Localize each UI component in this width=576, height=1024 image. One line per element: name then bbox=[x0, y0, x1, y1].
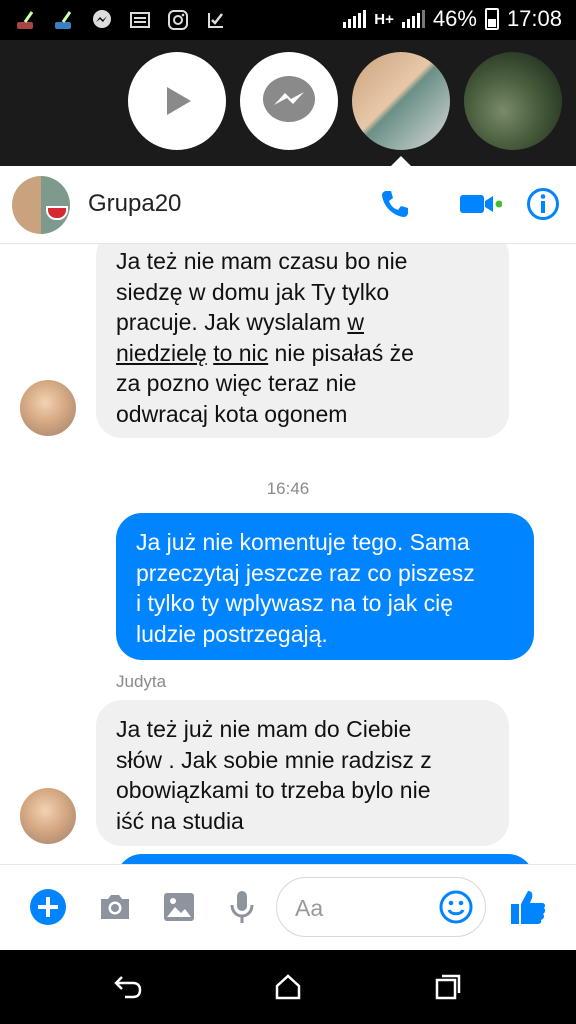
phone-icon[interactable] bbox=[377, 186, 413, 222]
message-line: ludzie postrzegają. bbox=[136, 620, 328, 647]
message-bubble-outgoing[interactable]: Ja już nie komentuje tego. Sama przeczyt… bbox=[116, 513, 534, 660]
messenger-icon bbox=[263, 76, 315, 122]
message-line: przeczytaj jeszcze raz co piszesz bbox=[136, 559, 475, 586]
image-icon[interactable] bbox=[159, 887, 199, 927]
battery-percent: 46% bbox=[432, 6, 477, 31]
message-text: nie pisałaś że bbox=[268, 339, 414, 366]
info-icon[interactable] bbox=[525, 186, 561, 222]
group-head[interactable] bbox=[352, 52, 450, 150]
contact-head[interactable] bbox=[464, 52, 562, 150]
home-icon[interactable] bbox=[273, 972, 303, 1002]
messenger-icon bbox=[90, 8, 114, 32]
status-bar: H+ 46% 17:08 bbox=[0, 0, 576, 40]
message-timestamp: 16:46 bbox=[266, 479, 310, 498]
chat-heads-bar bbox=[0, 40, 576, 170]
system-nav-bar bbox=[0, 950, 576, 1024]
group-avatar[interactable] bbox=[12, 176, 70, 234]
message-bubble-incoming[interactable]: Ja też już nie mam do Ciebie słów . Jak … bbox=[96, 700, 509, 846]
instagram-icon bbox=[166, 8, 190, 32]
sender-avatar[interactable] bbox=[20, 788, 76, 844]
network-type: H+ bbox=[374, 10, 394, 28]
message-text: pracuje. Jak wyslalam bbox=[116, 309, 348, 335]
clock: 17:08 bbox=[506, 6, 562, 31]
message-line: Ja już nie komentuje tego. Sama bbox=[136, 529, 470, 555]
message-bubble-outgoing[interactable] bbox=[116, 854, 534, 864]
system-status: H+ 46% 17:08 bbox=[343, 6, 562, 32]
video-play-head[interactable] bbox=[128, 52, 226, 150]
message-line: i tylko ty wplywasz na to jak cię bbox=[136, 590, 454, 616]
chat-head-pointer bbox=[391, 156, 411, 166]
signal-icon bbox=[343, 10, 367, 28]
thumbs-up-icon[interactable] bbox=[508, 887, 548, 927]
message-line: słów . Jak sobie mnie radzisz z bbox=[116, 746, 432, 773]
broom-icon bbox=[14, 8, 38, 32]
chat-header: Grupa20 bbox=[0, 166, 576, 244]
message-list[interactable]: Ja też nie mam czasu bo nie siedzę w dom… bbox=[0, 244, 576, 864]
sender-avatar[interactable] bbox=[20, 380, 76, 436]
camera-icon[interactable] bbox=[95, 887, 135, 927]
message-line: obowiązkami to trzeba bylo nie bbox=[116, 777, 431, 803]
notification-icons bbox=[14, 8, 228, 32]
check-icon bbox=[204, 8, 228, 32]
message-bubble-incoming[interactable]: Ja też nie mam czasu bo nie siedzę w dom… bbox=[96, 244, 509, 438]
message-composer bbox=[0, 864, 576, 950]
microphone-icon[interactable] bbox=[222, 887, 262, 927]
video-camera-icon[interactable] bbox=[455, 186, 505, 222]
plus-icon[interactable] bbox=[28, 887, 68, 927]
recents-icon[interactable] bbox=[433, 972, 463, 1002]
broom-icon bbox=[52, 8, 76, 32]
detected-date-link[interactable]: w bbox=[347, 309, 364, 335]
back-icon[interactable] bbox=[113, 972, 143, 1002]
sender-name: Judyta bbox=[116, 672, 167, 691]
detected-date-link[interactable]: to nic bbox=[213, 340, 268, 366]
message-input[interactable] bbox=[295, 892, 435, 924]
message-line: odwracaj kota ogonem bbox=[116, 400, 348, 427]
message-line: Ja też nie mam czasu bo nie bbox=[116, 248, 408, 274]
battery-icon bbox=[484, 8, 499, 30]
message-line: niedzielę to nic nie pisałaś że bbox=[116, 338, 489, 369]
message-line: za pozno więc teraz nie bbox=[116, 370, 357, 396]
message-line: pracuje. Jak wyslalam w bbox=[116, 307, 489, 338]
play-icon bbox=[167, 87, 191, 115]
emoji-icon[interactable] bbox=[439, 890, 473, 929]
message-line: siedzę w domu jak Ty tylko bbox=[116, 278, 390, 305]
messenger-head[interactable] bbox=[240, 52, 338, 150]
message-input-container[interactable] bbox=[276, 877, 486, 937]
message-line: iść na studia bbox=[116, 807, 244, 834]
chat-title[interactable]: Grupa20 bbox=[88, 190, 181, 218]
message-line: Ja też już nie mam do Ciebie bbox=[116, 716, 412, 742]
image-icon bbox=[128, 8, 152, 32]
signal-icon bbox=[401, 10, 425, 28]
detected-date-link[interactable]: niedzielę bbox=[116, 340, 207, 366]
